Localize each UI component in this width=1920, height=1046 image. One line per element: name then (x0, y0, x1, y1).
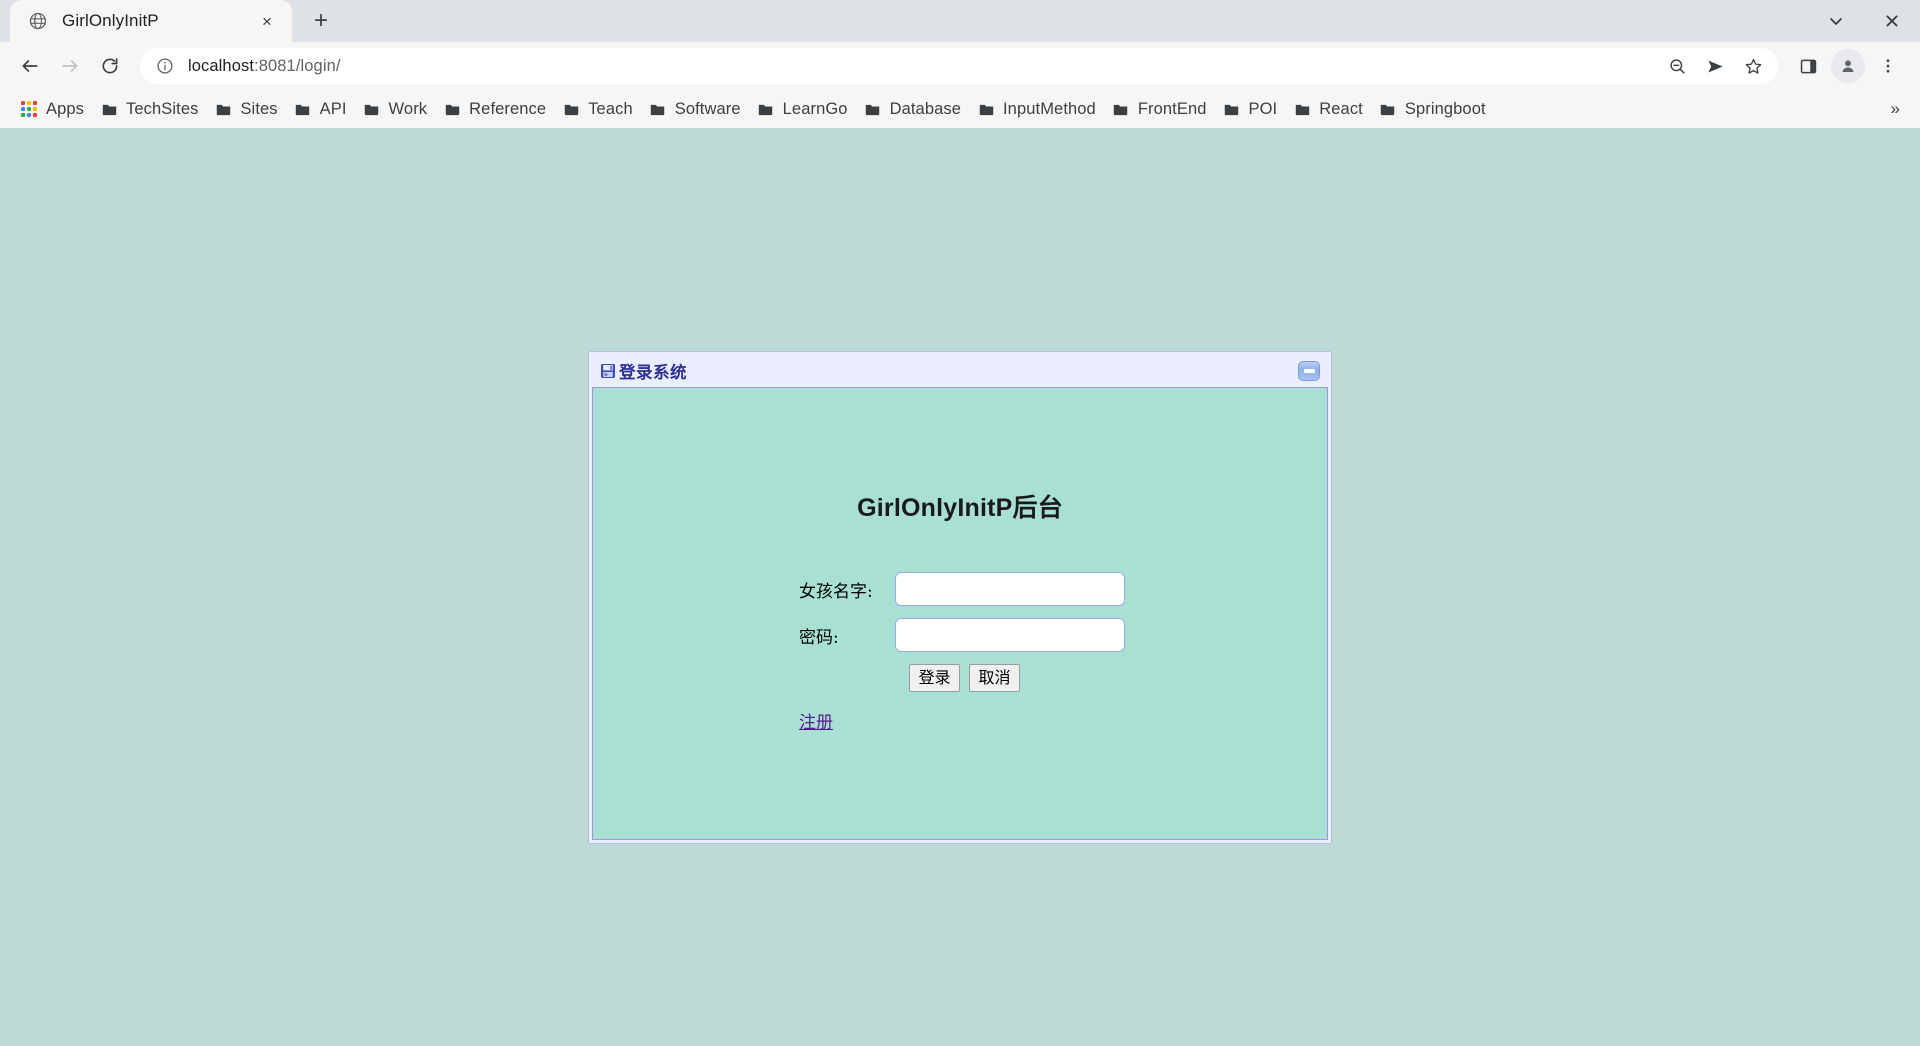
page-title: GirlOnlyInitP后台 (857, 494, 1063, 522)
bookmark-label: Reference (469, 99, 547, 118)
close-window-button[interactable] (1864, 0, 1920, 42)
omnibox-actions (1658, 47, 1772, 85)
bookmark-apps[interactable]: Apps (12, 95, 92, 123)
bookmark-item[interactable]: API (286, 95, 355, 123)
form-row-password: 密码: (799, 618, 1327, 652)
bookmarks-overflow-button[interactable]: » (1881, 99, 1910, 119)
register-link[interactable]: 注册 (799, 708, 833, 733)
browser-tab[interactable]: GirlOnlyInitP × (10, 0, 292, 42)
page-viewport: 登录系统 GirlOnlyInitP后台 女孩名字: 密码: 登录 取消 注册 (0, 128, 1920, 1046)
bookmark-label: Springboot (1404, 99, 1486, 118)
bookmark-label: TechSites (126, 99, 199, 118)
dialog-minimize-button[interactable] (1298, 361, 1320, 381)
folder-icon (1112, 100, 1130, 118)
url-path: :8081/login/ (254, 56, 341, 75)
folder-icon (649, 100, 667, 118)
bookmark-item[interactable]: React (1285, 95, 1371, 123)
globe-icon (28, 11, 48, 31)
bookmark-label: Apps (46, 99, 85, 118)
password-label: 密码: (799, 627, 839, 648)
login-submit-button[interactable]: 登录 (909, 664, 960, 692)
new-tab-button[interactable]: + (300, 2, 342, 40)
tab-strip: GirlOnlyInitP × + (0, 0, 1920, 42)
login-dialog: 登录系统 GirlOnlyInitP后台 女孩名字: 密码: 登录 取消 注册 (588, 351, 1332, 844)
window-controls (1808, 0, 1920, 42)
bookmark-item[interactable]: Database (856, 95, 969, 123)
tab-close-icon[interactable]: × (254, 8, 280, 34)
bookmark-item[interactable]: Teach (554, 95, 641, 123)
address-bar-text: localhost:8081/login/ (188, 57, 1658, 76)
bookmark-label: InputMethod (1003, 99, 1096, 118)
side-panel-icon[interactable] (1788, 46, 1828, 86)
forward-button[interactable] (50, 46, 90, 86)
bookmark-label: Database (889, 99, 961, 118)
folder-icon (294, 100, 312, 118)
folder-icon (757, 100, 775, 118)
address-bar[interactable]: localhost:8081/login/ (140, 48, 1778, 84)
folder-icon (977, 100, 995, 118)
info-circle-icon[interactable] (154, 55, 176, 77)
form-actions: 登录 取消 (799, 664, 1327, 692)
bookmark-item[interactable]: Sites (206, 95, 285, 123)
browser-window: GirlOnlyInitP × + localhost:8081/login/ … (0, 0, 1920, 1046)
bookmark-label: API (319, 99, 347, 118)
password-input[interactable] (895, 618, 1125, 652)
girl-name-input[interactable] (895, 572, 1125, 606)
form-row-username: 女孩名字: (799, 572, 1327, 606)
bookmark-item[interactable]: LearnGo (749, 95, 856, 123)
bookmark-label: FrontEnd (1137, 99, 1207, 118)
bookmark-item[interactable]: POI (1215, 95, 1286, 123)
folder-icon (214, 100, 232, 118)
login-form: 女孩名字: 密码: 登录 取消 注册 (593, 572, 1327, 733)
bookmark-item[interactable]: TechSites (92, 95, 206, 123)
apps-grid-icon (20, 100, 38, 118)
bookmark-label: Software (674, 99, 741, 118)
girl-name-label: 女孩名字: (799, 581, 873, 602)
folder-icon (443, 100, 461, 118)
save-floppy-icon (599, 362, 617, 380)
bookmark-label: React (1319, 99, 1363, 118)
folder-icon (363, 100, 381, 118)
dialog-title-bar[interactable]: 登录系统 (592, 355, 1328, 387)
folder-icon (562, 100, 580, 118)
dialog-title: 登录系统 (619, 363, 687, 382)
browser-toolbar: localhost:8081/login/ (0, 42, 1920, 90)
bookmark-item[interactable]: Software (641, 95, 749, 123)
tab-title: GirlOnlyInitP (62, 11, 159, 30)
folder-icon (864, 100, 882, 118)
bookmark-label: Work (388, 99, 428, 118)
profile-avatar-icon[interactable] (1831, 49, 1865, 83)
minimize-window-button[interactable] (1808, 0, 1864, 42)
dialog-body: GirlOnlyInitP后台 女孩名字: 密码: 登录 取消 注册 (592, 387, 1328, 840)
zoom-out-icon[interactable] (1658, 47, 1696, 85)
reload-button[interactable] (90, 46, 130, 86)
bookmark-label: Teach (588, 99, 633, 118)
folder-icon (1223, 100, 1241, 118)
bookmark-item[interactable]: Springboot (1371, 95, 1494, 123)
bookmark-item[interactable]: InputMethod (969, 95, 1104, 123)
bookmark-label: Sites (240, 99, 278, 118)
bookmark-label: LearnGo (782, 99, 848, 118)
folder-icon (1379, 100, 1397, 118)
folder-icon (100, 100, 118, 118)
bookmark-star-icon[interactable] (1734, 47, 1772, 85)
url-host: localhost (188, 56, 255, 75)
bookmarks-bar: Apps TechSites Sites API Work Reference … (0, 90, 1920, 128)
toolbar-right-actions (1784, 46, 1908, 86)
bookmark-item[interactable]: Work (355, 95, 436, 123)
send-icon[interactable] (1696, 47, 1734, 85)
bookmark-label: POI (1248, 99, 1278, 118)
folder-icon (1293, 100, 1311, 118)
back-button[interactable] (10, 46, 50, 86)
bookmark-item[interactable]: FrontEnd (1104, 95, 1215, 123)
more-menu-icon[interactable] (1868, 46, 1908, 86)
bookmark-item[interactable]: Reference (435, 95, 554, 123)
cancel-button[interactable]: 取消 (969, 664, 1020, 692)
